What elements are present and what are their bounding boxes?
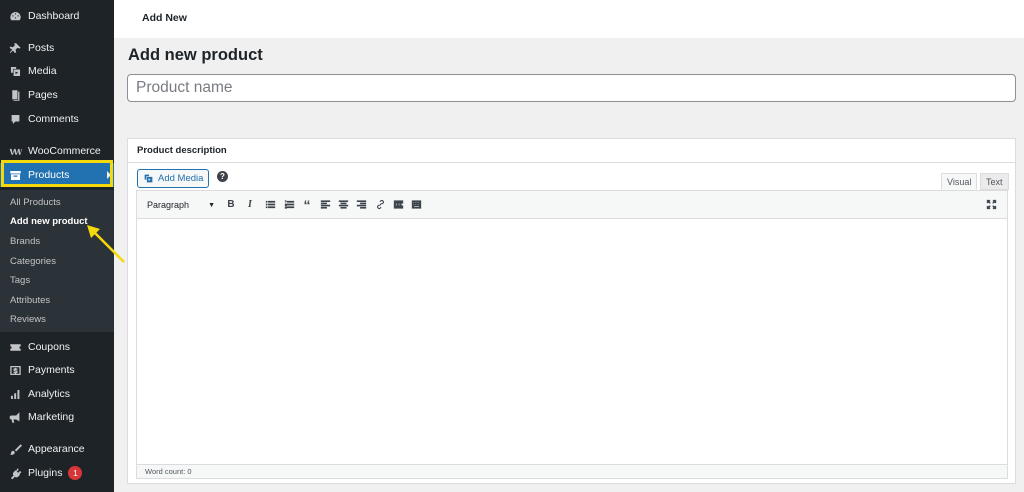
link-icon[interactable] bbox=[373, 197, 387, 212]
word-count: Word count: 0 bbox=[145, 467, 192, 476]
italic-icon[interactable]: I bbox=[243, 197, 257, 212]
help-icon[interactable]: ? bbox=[217, 171, 228, 182]
format-select[interactable]: Paragraph ▼ bbox=[143, 197, 219, 213]
fullscreen-icon[interactable] bbox=[984, 197, 998, 212]
current-menu-arrow bbox=[107, 171, 111, 179]
tab-text[interactable]: Text bbox=[980, 173, 1009, 190]
sidebar-item-appearance[interactable]: Appearance bbox=[0, 438, 114, 460]
page-title: Add new product bbox=[128, 46, 263, 64]
submenu-item-categories[interactable]: Categories bbox=[10, 256, 56, 267]
sidebar-item-label: Analytics bbox=[28, 388, 71, 400]
description-header: Product description bbox=[128, 139, 1015, 163]
media-icon bbox=[144, 174, 153, 183]
numbered-list-icon[interactable] bbox=[282, 197, 296, 212]
sidebar-item-label: WooCommerce bbox=[28, 145, 101, 157]
analytics-icon bbox=[8, 387, 22, 401]
breadcrumb-title: Add New bbox=[142, 12, 187, 24]
products-submenu: All Products Add new product Brands Cate… bbox=[0, 190, 114, 332]
update-count-badge: 1 bbox=[68, 466, 83, 480]
dashboard-icon bbox=[8, 9, 22, 23]
bold-icon[interactable]: B bbox=[224, 197, 238, 212]
sidebar-item-label: Dashboard bbox=[28, 10, 80, 22]
media-icon bbox=[8, 64, 22, 78]
archive-icon bbox=[8, 168, 22, 182]
description-editor: Paragraph ▼ B I “ bbox=[136, 190, 1008, 465]
sidebar-item-label: Products bbox=[28, 169, 70, 181]
sidebar-item-analytics[interactable]: Analytics bbox=[0, 383, 114, 405]
tab-visual[interactable]: Visual bbox=[941, 173, 978, 190]
submenu-item-tags[interactable]: Tags bbox=[10, 275, 30, 286]
ticket-icon bbox=[8, 340, 22, 354]
payments-icon bbox=[8, 363, 22, 377]
megaphone-icon bbox=[8, 410, 22, 424]
editor-content-area[interactable] bbox=[137, 219, 1007, 464]
add-media-button[interactable]: Add Media bbox=[137, 169, 210, 188]
submenu-item-add-new-product[interactable]: Add new product bbox=[10, 216, 88, 227]
sidebar-item-pages[interactable]: Pages bbox=[0, 84, 114, 106]
sidebar-item-label: Payments bbox=[28, 364, 75, 376]
submenu-item-attributes[interactable]: Attributes bbox=[10, 295, 50, 306]
sidebar-item-comments[interactable]: Comments bbox=[0, 108, 114, 130]
admin-sidebar: Dashboard Posts Media Pages Comments Woo… bbox=[0, 0, 114, 492]
align-right-icon[interactable] bbox=[354, 197, 368, 212]
chevron-down-icon: ▼ bbox=[208, 201, 215, 209]
pages-icon bbox=[8, 88, 22, 102]
add-media-label: Add Media bbox=[158, 173, 204, 184]
sidebar-item-label: Posts bbox=[28, 42, 55, 54]
sidebar-item-label: Marketing bbox=[28, 411, 75, 423]
submenu-item-all-products[interactable]: All Products bbox=[10, 197, 61, 208]
align-center-icon[interactable] bbox=[336, 197, 350, 212]
sidebar-item-woocommerce[interactable]: WooCommerce bbox=[0, 140, 114, 162]
sidebar-item-label: Plugins bbox=[28, 467, 63, 479]
sidebar-item-label: Media bbox=[28, 65, 57, 77]
sidebar-item-coupons[interactable]: Coupons bbox=[0, 336, 114, 358]
plug-icon bbox=[8, 466, 22, 480]
word-count-bar: Word count: 0 bbox=[136, 465, 1008, 479]
description-title: Product description bbox=[137, 145, 227, 156]
submenu-item-reviews[interactable]: Reviews bbox=[10, 314, 46, 325]
sidebar-item-label: Coupons bbox=[28, 341, 71, 353]
product-name-input[interactable] bbox=[127, 74, 1016, 102]
editor-toolbar: Paragraph ▼ B I “ bbox=[137, 191, 1007, 219]
product-description-box: Product description Add Media ? Visual T… bbox=[127, 138, 1016, 484]
sidebar-item-payments[interactable]: Payments bbox=[0, 359, 114, 381]
sidebar-item-label: Comments bbox=[28, 113, 79, 125]
sidebar-item-label: Appearance bbox=[28, 443, 85, 455]
comment-icon bbox=[8, 112, 22, 126]
bulleted-list-icon[interactable] bbox=[263, 197, 277, 212]
pin-icon bbox=[8, 41, 22, 55]
brush-icon bbox=[8, 442, 22, 456]
sidebar-item-products[interactable]: Products bbox=[0, 163, 114, 187]
sidebar-item-dashboard[interactable]: Dashboard bbox=[0, 5, 114, 27]
top-bar: Add New bbox=[114, 0, 1024, 38]
align-left-icon[interactable] bbox=[318, 197, 332, 212]
sidebar-item-label: Pages bbox=[28, 89, 58, 101]
submenu-item-brands[interactable]: Brands bbox=[10, 236, 40, 247]
format-select-value: Paragraph bbox=[147, 200, 190, 210]
sidebar-item-media[interactable]: Media bbox=[0, 60, 114, 82]
toolbar-toggle-icon[interactable] bbox=[409, 197, 423, 212]
blockquote-icon[interactable]: “ bbox=[300, 197, 314, 213]
sidebar-item-plugins[interactable]: Plugins 1 bbox=[0, 462, 114, 484]
sidebar-item-posts[interactable]: Posts bbox=[0, 37, 114, 59]
read-more-icon[interactable] bbox=[391, 197, 405, 212]
sidebar-item-marketing[interactable]: Marketing bbox=[0, 406, 114, 428]
woocommerce-icon bbox=[8, 144, 22, 158]
